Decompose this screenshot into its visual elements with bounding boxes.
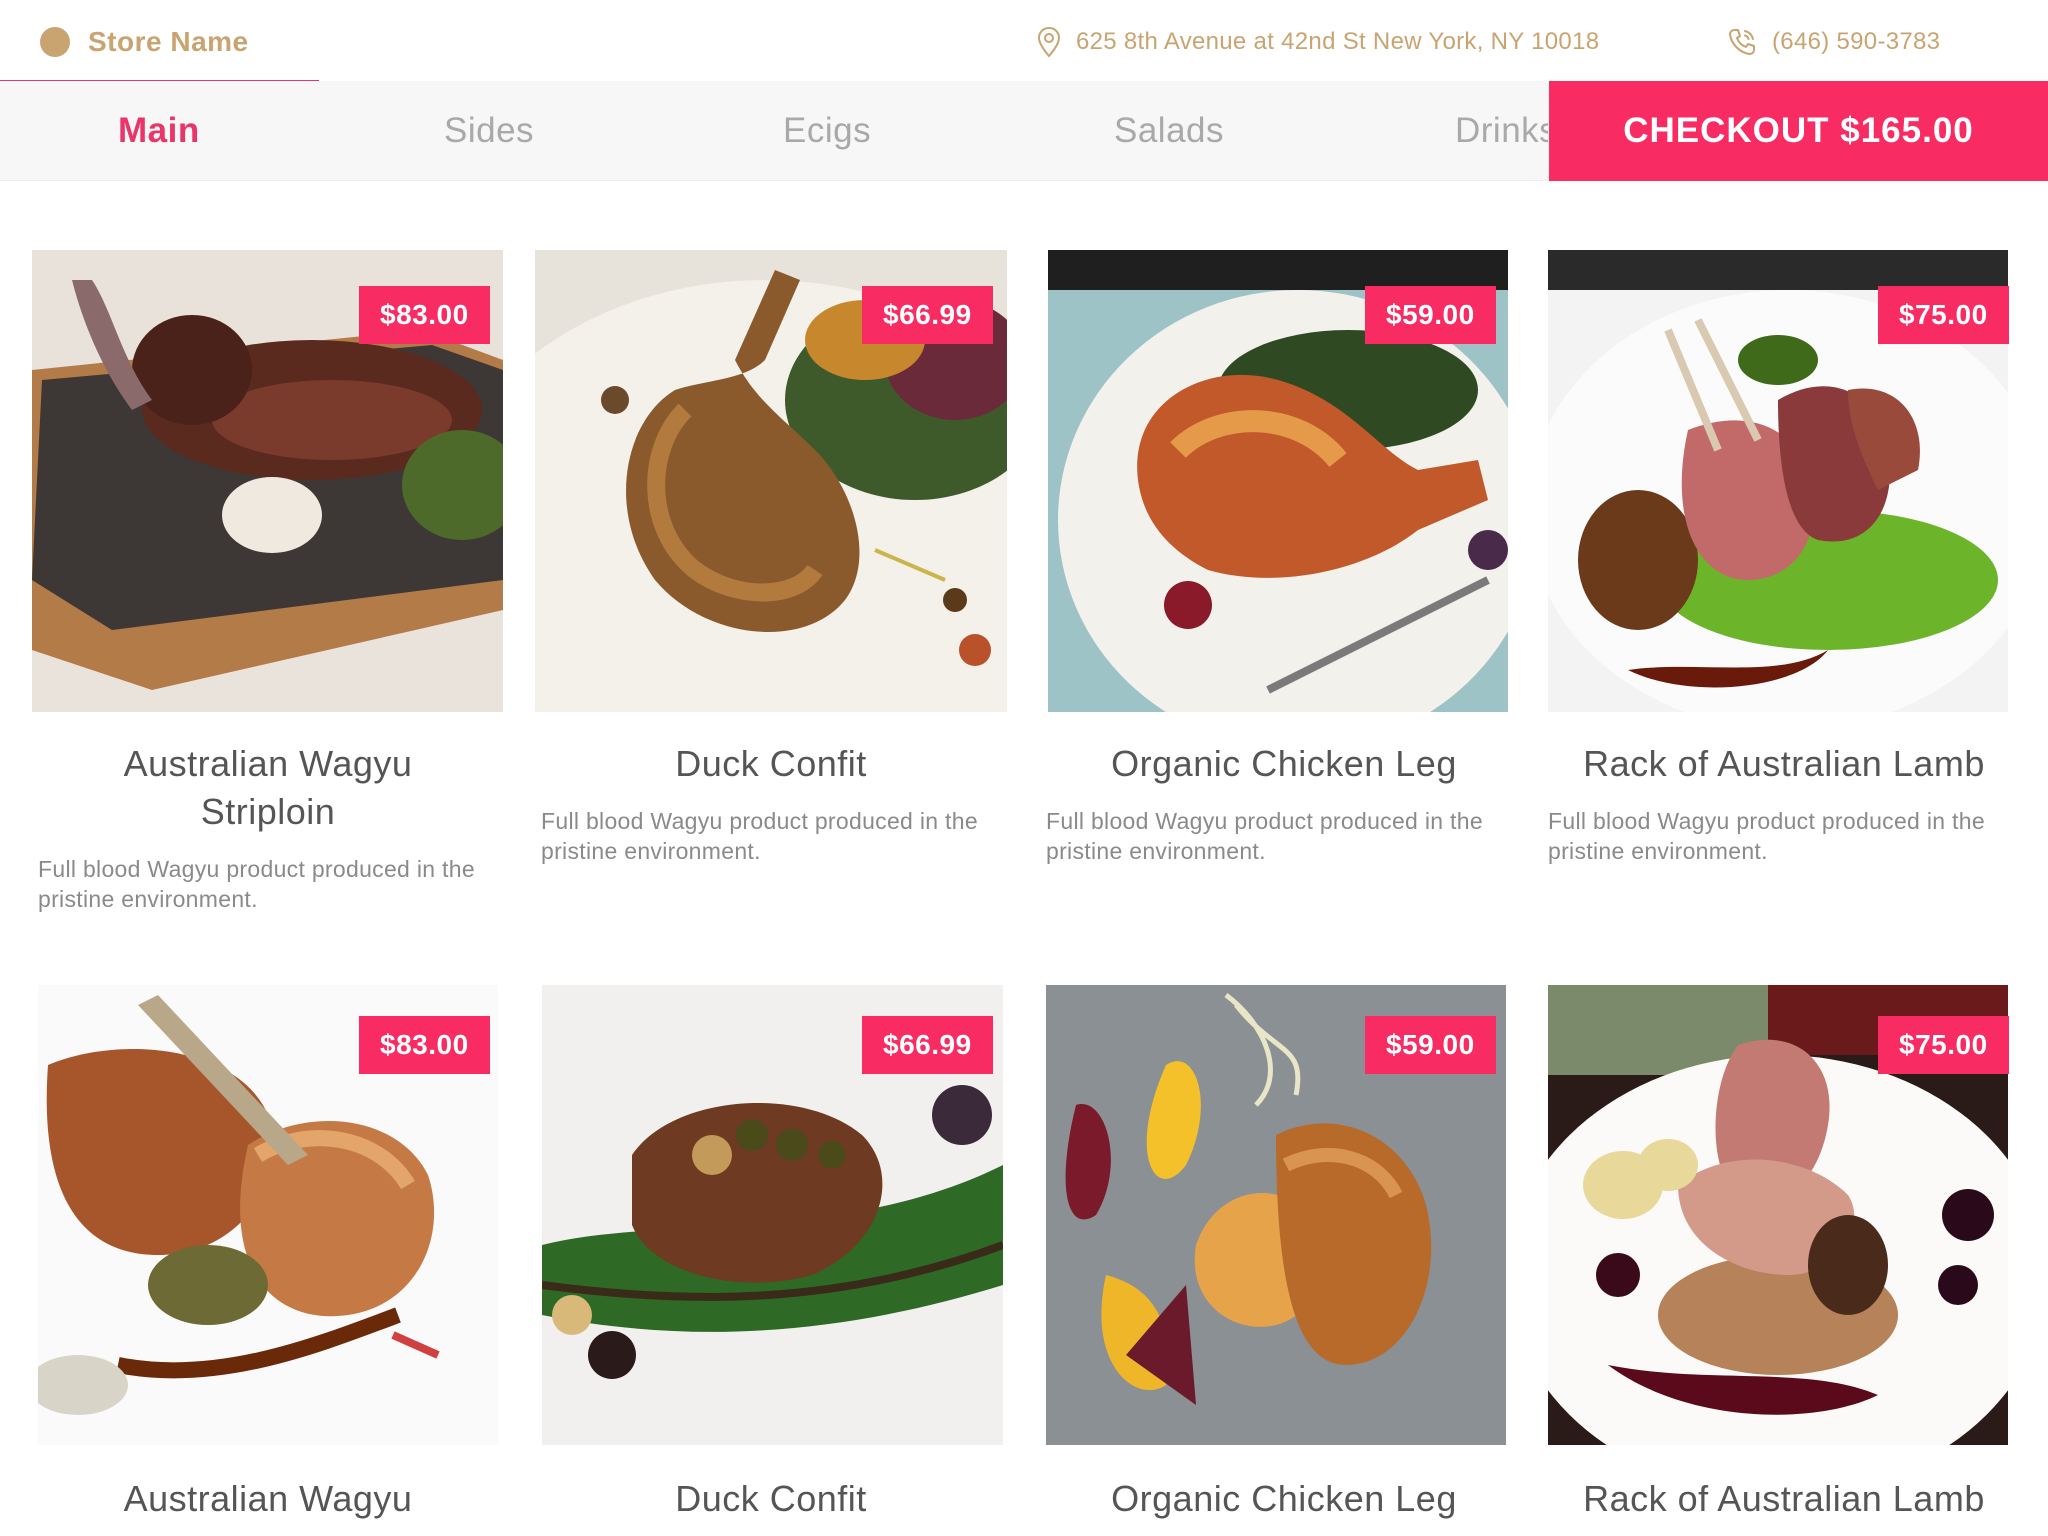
price-badge: $75.00 <box>1878 286 2009 344</box>
price-badge: $83.00 <box>359 1016 490 1074</box>
product-description: Full blood Wagyu product produced in the… <box>38 856 475 912</box>
top-bar: Store Name 625 8th Avenue at 42nd St New… <box>0 0 2048 85</box>
product-card[interactable]: $59.00 Organic Chicken Leg Full blood Wa… <box>1046 250 1548 870</box>
product-name[interactable]: Rack of Australian Lamb <box>1534 740 2034 788</box>
product-name[interactable]: Duck Confit <box>525 1475 1017 1523</box>
product-card[interactable]: $75.00 Rack of Australian Lamb <box>1548 985 2048 1536</box>
location-pin-icon <box>1037 26 1061 58</box>
phone-text: (646) 590-3783 <box>1772 28 1941 55</box>
store-address: 625 8th Avenue at 42nd St New York, NY 1… <box>1036 22 1599 62</box>
tab-salads[interactable]: Salads <box>1114 81 1224 181</box>
tabs-scroll-area[interactable]: Main Sides Ecigs Salads Drinks <box>0 81 1548 181</box>
tab-main[interactable]: Main <box>118 81 200 181</box>
product-name[interactable]: Australian Wagyu <box>14 1475 522 1523</box>
price-badge: $59.00 <box>1365 286 1496 344</box>
store-phone[interactable]: (646) 590-3783 <box>1726 22 1940 62</box>
checkout-button[interactable]: CHECKOUT $165.00 <box>1549 81 2048 181</box>
address-text: 625 8th Avenue at 42nd St New York, NY 1… <box>1076 28 1600 55</box>
product-name[interactable]: Rack of Australian Lamb <box>1534 1475 2034 1523</box>
tab-drinks[interactable]: Drinks <box>1455 81 1548 181</box>
product-description: Full blood Wagyu product produced in the… <box>1548 808 1985 864</box>
price-badge: $75.00 <box>1878 1016 2009 1074</box>
product-card[interactable]: $66.99 Duck Confit Full blood Wagyu prod… <box>535 250 1035 870</box>
product-description: Full blood Wagyu product produced in the… <box>1046 808 1483 864</box>
phone-icon <box>1729 29 1755 55</box>
product-name[interactable]: Organic Chicken Leg <box>1038 740 1530 788</box>
product-description: Full blood Wagyu product produced in the… <box>541 808 978 864</box>
product-card[interactable]: $83.00 Australian Wagyu Striploin Full b… <box>32 250 532 930</box>
price-badge: $66.99 <box>862 1016 993 1074</box>
tab-sides[interactable]: Sides <box>444 81 534 181</box>
store-logo <box>40 27 70 57</box>
tab-ecigs[interactable]: Ecigs <box>783 81 871 181</box>
price-badge: $66.99 <box>862 286 993 344</box>
product-card[interactable]: $75.00 Rack of Australian Lamb Full bloo… <box>1548 250 2048 870</box>
product-card[interactable]: $66.99 Duck Confit <box>542 985 1042 1536</box>
product-name[interactable]: Australian Wagyu Striploin <box>14 740 522 836</box>
price-badge: $59.00 <box>1365 1016 1496 1074</box>
product-name[interactable]: Organic Chicken Leg <box>1038 1475 1530 1523</box>
store-name: Store Name <box>88 26 249 57</box>
store-brand[interactable]: Store Name <box>40 22 249 62</box>
price-badge: $83.00 <box>359 286 490 344</box>
product-name[interactable]: Duck Confit <box>525 740 1017 788</box>
product-card[interactable]: $59.00 Organic Chicken Leg <box>1046 985 1546 1536</box>
product-card[interactable]: $83.00 Australian Wagyu <box>38 985 538 1536</box>
